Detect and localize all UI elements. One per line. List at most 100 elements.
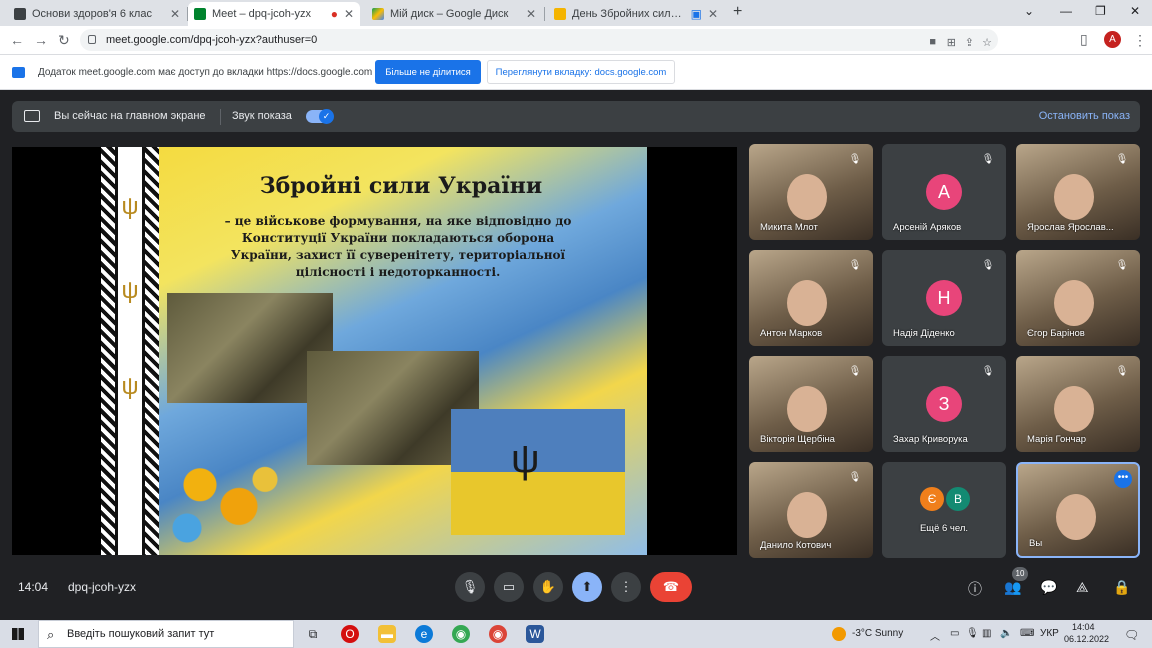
trident-icon: ψ bbox=[121, 373, 139, 400]
chrome-icon[interactable]: ◉ bbox=[452, 625, 470, 643]
sunflowers-image bbox=[161, 447, 291, 555]
weather-text[interactable]: -3°C Sunny bbox=[852, 628, 903, 639]
taskbar-date[interactable]: 06.12.2022 bbox=[1064, 634, 1109, 644]
mic-tray-icon[interactable]: 🎙 bbox=[966, 628, 979, 639]
bookmark-star-icon[interactable]: ☆ bbox=[982, 36, 992, 49]
profile-avatar[interactable]: A bbox=[1104, 31, 1121, 48]
raise-hand-button[interactable]: ✋ bbox=[533, 572, 563, 602]
input-language[interactable]: УКР bbox=[1040, 628, 1059, 639]
stop-presenting-button[interactable]: Остановить показ bbox=[1039, 110, 1130, 122]
browser-tab[interactable]: Основи здоров'я 6 клас ✕ bbox=[8, 2, 186, 26]
participant-name: Арсеній Аряков bbox=[893, 222, 962, 233]
info-icon[interactable]: ⓘ bbox=[968, 579, 982, 599]
address-bar[interactable]: meet.google.com/dpq-jcoh-yzx?authuser=0 … bbox=[80, 29, 998, 51]
present-screen-icon bbox=[24, 110, 40, 122]
browser-tab-active[interactable]: Meet – dpq-jcoh-yzx ● ✕ bbox=[188, 2, 360, 26]
slide-title: Збройні сили України bbox=[259, 173, 543, 199]
activities-icon[interactable]: ⟁ bbox=[1076, 579, 1089, 596]
participant-tile[interactable]: 🎙 Марія Гончар bbox=[1016, 356, 1140, 452]
edge-icon[interactable]: e bbox=[415, 625, 433, 643]
word-icon[interactable]: W bbox=[526, 625, 544, 643]
lock-icon bbox=[88, 35, 96, 44]
stop-sharing-button[interactable]: Більше не ділитися bbox=[375, 60, 481, 84]
participant-tile[interactable]: 🎙 Антон Марков bbox=[749, 250, 873, 346]
participant-name: Микита Млот bbox=[760, 222, 818, 233]
tab-search-chevron-icon[interactable]: ⌄ bbox=[1024, 4, 1034, 18]
opera-icon[interactable]: O bbox=[341, 625, 359, 643]
translate-icon[interactable]: ⊞ bbox=[947, 36, 956, 49]
forward-icon[interactable]: → bbox=[34, 32, 48, 48]
more-options-icon[interactable]: ••• bbox=[1114, 470, 1132, 488]
windows-start-icon[interactable] bbox=[12, 628, 24, 640]
browser-tab[interactable]: День Збройних сил України ▣ ✕ bbox=[548, 2, 724, 26]
participant-tile[interactable]: А 🎙 Арсеній Аряков bbox=[882, 144, 1006, 240]
presenting-status: Вы сейчас на главном экране bbox=[54, 110, 206, 122]
participant-name: Данило Котович bbox=[760, 540, 832, 551]
reload-icon[interactable]: ↻ bbox=[58, 32, 70, 49]
participant-name: Ярослав Ярослав... bbox=[1027, 222, 1114, 233]
tab-title: Мій диск – Google Диск bbox=[390, 8, 509, 20]
notifications-icon[interactable]: 🗨 bbox=[1124, 628, 1139, 642]
new-tab-icon[interactable]: + bbox=[733, 3, 742, 21]
more-options-button[interactable]: ⋮ bbox=[611, 572, 641, 602]
side-panel-icon[interactable]: ▯ bbox=[1080, 31, 1088, 48]
camera-button[interactable]: ▭ bbox=[494, 572, 524, 602]
microphone-button[interactable]: 🎙 bbox=[455, 572, 485, 602]
self-tile[interactable]: ••• Вы bbox=[1016, 462, 1140, 558]
chrome-icon[interactable]: ◉ bbox=[489, 625, 507, 643]
more-participants-label: Ещё 6 чел. bbox=[919, 523, 969, 534]
host-controls-icon[interactable]: 🔒 bbox=[1113, 579, 1130, 596]
weather-sun-icon[interactable] bbox=[832, 627, 846, 641]
network-icon[interactable]: ▥ bbox=[982, 628, 991, 639]
participant-tile[interactable]: 🎙 Микита Млот bbox=[749, 144, 873, 240]
menu-kebab-icon[interactable]: ⋮ bbox=[1133, 32, 1147, 49]
close-icon[interactable]: ✕ bbox=[170, 7, 180, 21]
more-participants-tile[interactable]: Є В Ещё 6 чел. bbox=[882, 462, 1006, 558]
maximize-icon[interactable]: ❐ bbox=[1095, 4, 1106, 18]
share-icon[interactable]: ⇪ bbox=[965, 36, 974, 49]
present-button[interactable]: ⬆ bbox=[572, 572, 602, 602]
participant-tile[interactable]: 🎙 Данило Котович bbox=[749, 462, 873, 558]
participant-name: Вікторія Щербіна bbox=[760, 434, 835, 445]
participant-tile[interactable]: 🎙 Вікторія Щербіна bbox=[749, 356, 873, 452]
presenting-bar: Вы сейчас на главном экране Звук показа … bbox=[12, 101, 1140, 132]
participant-video bbox=[1056, 494, 1096, 540]
audio-toggle[interactable]: ✓ bbox=[306, 109, 334, 124]
participant-avatar: В bbox=[946, 487, 970, 511]
participant-name: Захар Криворука bbox=[893, 434, 968, 445]
participant-tile[interactable]: 🎙 Ярослав Ярослав... bbox=[1016, 144, 1140, 240]
task-view-icon[interactable]: ⧉ bbox=[304, 625, 322, 643]
camera-icon[interactable]: ■ bbox=[929, 36, 936, 48]
keyboard-icon[interactable]: ⌨ bbox=[1020, 628, 1034, 639]
coat-of-arms-icon: ψ bbox=[511, 437, 540, 481]
close-icon[interactable]: ✕ bbox=[526, 7, 536, 21]
taskbar-time[interactable]: 14:04 bbox=[1072, 622, 1095, 632]
tab-title: Основи здоров'я 6 клас bbox=[32, 8, 152, 20]
hand-icon: ✋ bbox=[539, 579, 557, 594]
taskbar-search-input[interactable]: ⌕ Введіть пошуковий запит тут bbox=[38, 620, 294, 648]
end-call-button[interactable]: ☎ bbox=[650, 572, 692, 602]
tab-title: День Збройних сил України bbox=[572, 8, 685, 20]
participant-tile[interactable]: 🎙 Єгор Барінов bbox=[1016, 250, 1140, 346]
close-window-icon[interactable]: ✕ bbox=[1130, 4, 1140, 18]
close-icon[interactable]: ✕ bbox=[708, 7, 718, 21]
participant-video bbox=[787, 174, 827, 220]
chat-icon[interactable]: 💬 bbox=[1040, 579, 1057, 596]
back-icon[interactable]: ← bbox=[10, 32, 24, 48]
battery-icon[interactable]: ▭ bbox=[950, 628, 959, 639]
volume-icon[interactable]: 🔈 bbox=[1000, 628, 1012, 639]
participant-video bbox=[1054, 386, 1094, 432]
close-icon[interactable]: ✕ bbox=[344, 7, 354, 21]
browser-tab[interactable]: Мій диск – Google Диск ✕ bbox=[366, 2, 542, 26]
file-explorer-icon[interactable]: ▬ bbox=[378, 625, 396, 643]
participant-tile[interactable]: Н 🎙 Надія Діденко bbox=[882, 250, 1006, 346]
menu-kebab-icon: ⋮ bbox=[619, 579, 633, 594]
participant-tile[interactable]: З 🎙 Захар Криворука bbox=[882, 356, 1006, 452]
participant-video bbox=[1054, 174, 1094, 220]
mic-muted-icon: 🎙 bbox=[1115, 260, 1129, 271]
minimize-icon[interactable]: — bbox=[1060, 4, 1072, 18]
people-icon[interactable]: 👥 bbox=[1004, 579, 1021, 596]
tray-chevron-icon[interactable]: ︿ bbox=[930, 628, 940, 643]
trident-icon: ψ bbox=[121, 193, 139, 220]
view-shared-tab-button[interactable]: Переглянути вкладку: docs.google.com bbox=[487, 60, 675, 84]
